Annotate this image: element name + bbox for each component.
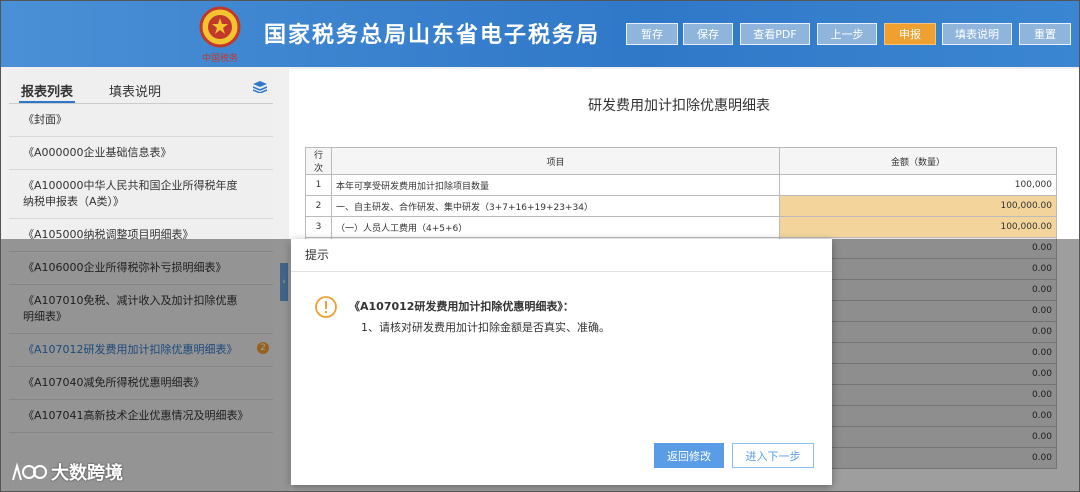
page-title: 研发费用加计扣除优惠明细表: [588, 98, 770, 114]
row-number-cell: 2: [305, 195, 332, 217]
reset-button[interactable]: 重置: [1019, 23, 1071, 45]
table-row: 2 一、自主研发、合作研发、集中研发（3+7+16+19+23+34） 100,00…: [305, 195, 1057, 217]
warning-icon: [315, 296, 337, 318]
watermark: 大数跨境: [11, 459, 123, 485]
item-cell: 一、自主研发、合作研发、集中研发（3+7+16+19+23+34）: [331, 195, 780, 217]
header-bar: 中国税务 国家税务总局山东省电子税务局 暂存 保存 查看PDF 上一步 申报 填…: [1, 1, 1079, 67]
column-header-row-no: 行次: [305, 147, 332, 175]
sidebar-item-cover[interactable]: 《封面》: [9, 104, 273, 137]
prompt-dialog: 提示 《A107012研发费用加计扣除优惠明细表》： 1、请核对研发费用加计扣除…: [291, 239, 832, 485]
tab-fill-instructions[interactable]: 填表说明: [109, 81, 161, 100]
previous-step-button[interactable]: 上一步: [817, 23, 877, 45]
view-pdf-button[interactable]: 查看PDF: [740, 23, 810, 45]
dialog-title: 提示: [291, 239, 832, 272]
site-title: 国家税务总局山东省电子税务局: [264, 23, 601, 48]
dialog-heading: 《A107012研发费用加计扣除优惠明细表》：: [349, 300, 574, 313]
row-number-cell: 3: [305, 216, 332, 238]
watermark-logo-icon: [12, 462, 47, 481]
sidebar-item-a000000[interactable]: 《A000000企业基础信息表》: [9, 137, 273, 170]
table-row: 3 （一）人员人工费用（4+5+6） 100,000.00: [305, 216, 1057, 238]
sidebar-tabs: 报表列表 填表说明: [9, 69, 273, 104]
item-cell: 本年可享受研发费用加计扣除项目数量: [331, 174, 780, 196]
tax-emblem-icon: [199, 6, 241, 48]
sidebar-item-label: 《A100000中华人民共和国企业所得税年度纳税申报表（A类）》: [23, 179, 238, 208]
layers-icon[interactable]: [253, 81, 267, 93]
amount-cell[interactable]: 100,000.00: [779, 195, 1057, 217]
sidebar-item-a100000[interactable]: 《A100000中华人民共和国企业所得税年度纳税申报表（A类）》: [9, 170, 273, 219]
next-step-button[interactable]: 进入下一步: [732, 443, 814, 468]
row-number-cell: 1: [305, 174, 332, 196]
amount-cell[interactable]: 100,000.00: [779, 216, 1057, 238]
app-window: 中国税务 国家税务总局山东省电子税务局 暂存 保存 查看PDF 上一步 申报 填…: [0, 0, 1080, 492]
sidebar-item-label: 《封面》: [23, 113, 67, 126]
dialog-message: 1、请核对研发费用加计扣除金额是否真实、准确。: [361, 321, 610, 334]
column-header-item: 项目: [331, 147, 780, 175]
save-button[interactable]: 保存: [683, 23, 733, 45]
item-cell: （一）人员人工费用（4+5+6）: [331, 216, 780, 238]
sidebar-item-label: 《A000000企业基础信息表》: [23, 146, 172, 159]
tab-report-list[interactable]: 报表列表: [18, 81, 76, 103]
fill-instructions-button[interactable]: 填表说明: [942, 23, 1012, 45]
emblem-caption: 中国税务: [201, 54, 238, 64]
table-header-row: 行次 项目 金额（数量）: [305, 147, 1057, 175]
watermark-text: 大数跨境: [51, 463, 123, 484]
temp-save-button[interactable]: 暂存: [626, 23, 678, 45]
amount-cell[interactable]: 100,000: [779, 174, 1057, 196]
return-to-edit-button[interactable]: 返回修改: [654, 443, 724, 468]
declare-button[interactable]: 申报: [884, 23, 936, 45]
table-row: 1 本年可享受研发费用加计扣除项目数量 100,000: [305, 174, 1057, 196]
column-header-amount: 金额（数量）: [779, 147, 1057, 175]
